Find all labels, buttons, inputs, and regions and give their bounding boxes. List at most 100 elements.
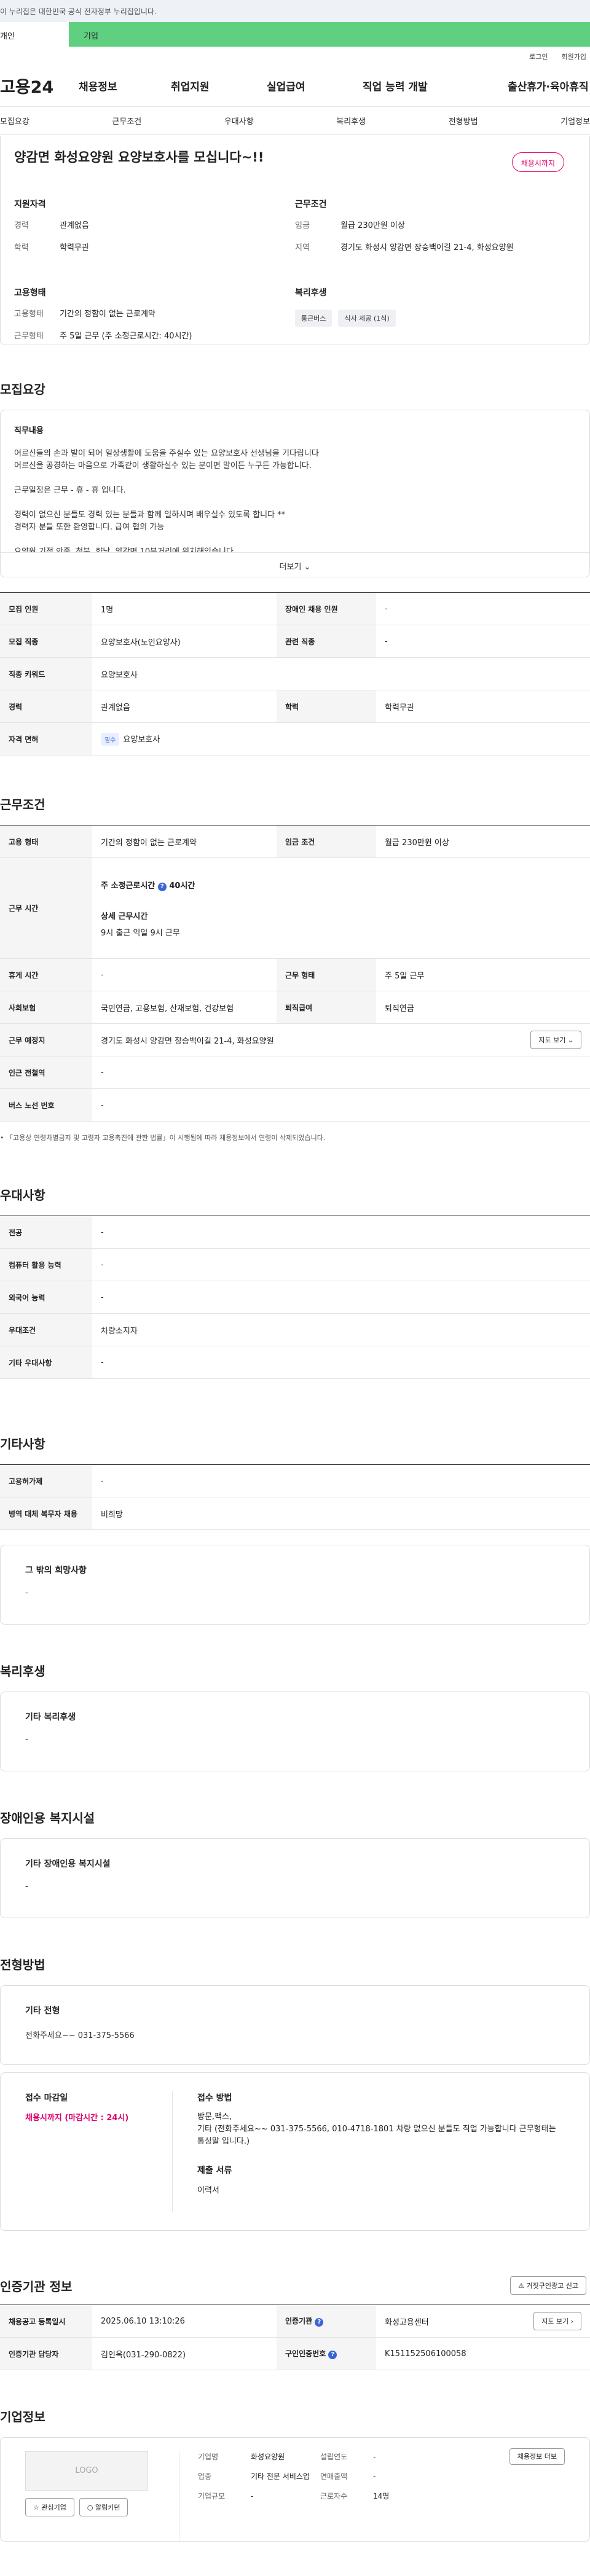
info-icon[interactable]: ?: [315, 2318, 324, 2327]
disabled-value: -: [25, 1882, 28, 1891]
cell-label: 학력: [277, 690, 376, 723]
qual-value: 학력무관: [60, 243, 89, 252]
cell-value: -: [376, 592, 590, 625]
required-tag: 필수: [101, 732, 120, 746]
anchor-recruit[interactable]: 모집요강: [0, 115, 30, 127]
cell-label: 채용공고 등록일시: [0, 2305, 92, 2338]
age-notice: • 「고용상 연령차별금지 및 고령자 고용촉진에 관한 법률」이 시행됨에 따…: [0, 1134, 326, 1142]
cell-value: 주 5일 근무: [376, 958, 590, 991]
duty-description-card: 직무내용 어르신들의 손과 발이 되어 일상생활에 도움을 주실수 있는 요양보…: [0, 410, 590, 577]
cert-heading: 인증기관 정보: [0, 2279, 73, 2294]
qual-label: 경력: [14, 221, 29, 230]
more-button[interactable]: 더보기 ⌄: [1, 552, 589, 577]
company-card: LOGO ☆ 관심기업 ○ 알림키던 기업명 화성요양원 업종 기타 전문 서비스업…: [0, 2437, 590, 2542]
info-icon[interactable]: ?: [328, 2351, 337, 2359]
company-info-left: 기업명 화성요양원 업종 기타 전문 서비스업 기업규모 -: [179, 2451, 320, 2541]
cell-value: -: [92, 1346, 590, 1379]
bell-icon: ○: [87, 2504, 93, 2512]
gnb-vocational-training[interactable]: 직업 능력 개발: [363, 78, 508, 93]
job-title: 양감면 화성요양원 요양보호사를 모십니다~!!: [14, 150, 264, 165]
anchor-process[interactable]: 전형방법: [449, 115, 478, 127]
deadline-title: 접수 마감일: [25, 2093, 68, 2103]
cell-label: 전공: [0, 1216, 92, 1249]
cell-label: 컴퓨터 활용 능력: [0, 1248, 92, 1281]
method-value-detail: 기타 (전화주세요~~ 031-375-5566, 010-4718-1801 …: [197, 2125, 556, 2146]
anchor-work[interactable]: 근무조건: [112, 115, 141, 127]
company-logo: LOGO: [25, 2451, 148, 2491]
conditions-block: 근무조건 임금 월급 230만원 이상 지역 경기도 화성시 양감면 장승백이길 2…: [295, 198, 576, 265]
table-row: 사회보험 국민연금, 고용보험, 산재보험, 건강보험 퇴직급여 퇴직연금: [0, 991, 590, 1024]
work-heading: 근무조건: [0, 797, 45, 812]
cell-label: 자격 면허: [0, 722, 92, 755]
chevron-down-icon: ⌄: [304, 563, 311, 572]
cell-label: 경력: [0, 690, 92, 723]
cell-label: 직종 키워드: [0, 657, 92, 690]
disabled-title: 기타 장애인용 복지시설: [25, 1859, 111, 1869]
anchor-prefer[interactable]: 우대사항: [224, 115, 254, 127]
map-button[interactable]: 지도 보기 ›: [533, 2312, 581, 2330]
utility-nav: 로그인 회원가입: [0, 47, 590, 65]
conditions-heading: 근무조건: [295, 200, 327, 209]
table-row: 인근 전철역 -: [0, 1056, 590, 1089]
gnb-employment-support[interactable]: 취업지원: [171, 78, 267, 93]
type-label: 근무형태: [14, 332, 44, 341]
table-row: 전공 -: [0, 1216, 590, 1249]
cell-label: 고용 형태: [0, 825, 92, 858]
etc-table: 고용허가제 - 병역 대체 복무자 채용 비희망: [0, 1464, 590, 1530]
cond-label: 임금: [295, 221, 310, 230]
section-anchor-nav: 모집요강 근무조건 우대사항 복리후생 전형방법 기업정보: [0, 107, 590, 135]
map-button[interactable]: 지도 보기 ⌄: [530, 1031, 581, 1049]
process-title: 기타 전형: [25, 2006, 60, 2016]
work-table: 고용 형태 기간의 정함이 없는 근로계약 임금 조건 월급 230만원 이상 근무…: [0, 825, 590, 1122]
qualification-block: 지원자격 경력 관계없음 학력 학력무관: [14, 198, 295, 265]
cell-value: 기간의 정함이 없는 근로계약: [92, 825, 277, 858]
info-icon[interactable]: ?: [157, 882, 167, 891]
chevron-down-icon: ⌄: [567, 1036, 573, 1044]
tab-company[interactable]: 기업: [69, 22, 143, 47]
cell-label: 퇴직급여: [277, 991, 376, 1024]
qual-label: 학력: [14, 243, 29, 252]
cell-label: 사회보험: [0, 991, 92, 1024]
benefit-heading: 복리후생: [0, 1664, 45, 1679]
hours-detail-title: 상세 근무시간: [101, 911, 148, 921]
duty-line: 경력이 없으신 분들도 경력 있는 분들과 함께 일하시며 배우실수 있도록 합…: [14, 510, 286, 520]
alarm-button[interactable]: ○ 알림키던: [79, 2498, 128, 2516]
table-row: 모집 직종 요양보호사(노인요양사) 관련 직종 -: [0, 625, 590, 658]
anchor-company[interactable]: 기업정보: [560, 115, 590, 127]
signup-link[interactable]: 회원가입: [562, 52, 586, 65]
process-value: 전화주세요~~ 031-375-5566: [25, 2031, 135, 2040]
table-row: 자격 면허 필수 요양보호사: [0, 722, 590, 755]
gnb-job-info[interactable]: 채용정보: [79, 78, 171, 93]
cell-label: 병역 대체 복무자 채용: [0, 1497, 92, 1530]
cell-label: 외국어 능력: [0, 1281, 92, 1314]
anchor-welfare[interactable]: 복리후생: [336, 115, 366, 127]
report-button[interactable]: ⚠ 거짓구인광고 신고: [510, 2276, 586, 2295]
gnb-unemployment-benefit[interactable]: 실업급여: [267, 78, 363, 93]
company-logo-block: LOGO ☆ 관심기업 ○ 알림키던: [25, 2451, 179, 2541]
qual-value: 관계없음: [60, 221, 89, 230]
method-value: 방문,팩스,: [197, 2112, 232, 2121]
job-list-button[interactable]: 채용정보 더보: [509, 2448, 565, 2465]
gnb-parental-leave[interactable]: 출산휴가·육아휴직: [508, 78, 589, 93]
favorite-button[interactable]: ☆ 관심기업: [25, 2498, 74, 2516]
login-link[interactable]: 로그인: [529, 52, 548, 65]
cell-label: 버스 노선 번호: [0, 1088, 92, 1122]
site-logo[interactable]: 고용24: [0, 74, 79, 98]
cell-value: 필수 요양보호사: [92, 722, 590, 755]
company-heading: 기업정보: [0, 2410, 45, 2424]
tab-individual[interactable]: 개인: [0, 22, 69, 47]
type-value: 주 5일 근무 (주 소정근로시간: 40시간): [60, 332, 192, 341]
welfare-heading: 복리후생: [295, 288, 327, 298]
docs-value: 이력서: [197, 2186, 219, 2195]
cell-value: 퇴직연금: [376, 991, 590, 1024]
hope-title: 그 밖의 희망사항: [25, 1566, 87, 1575]
cell-value: 1명: [92, 592, 277, 625]
duty-line: [14, 472, 576, 485]
cell-label: 우대조건: [0, 1313, 92, 1346]
cell-value: 요양보호사(노인요양사): [92, 625, 277, 658]
duty-line: 어르신들의 손과 발이 되어 일상생활에 도움을 주실수 있는 요양보호사 선생…: [14, 449, 319, 458]
star-icon: ☆: [33, 2504, 39, 2512]
duty-line: [14, 497, 576, 509]
chevron-right-icon: ›: [570, 2317, 573, 2325]
process-heading: 전형방법: [0, 1957, 45, 1972]
